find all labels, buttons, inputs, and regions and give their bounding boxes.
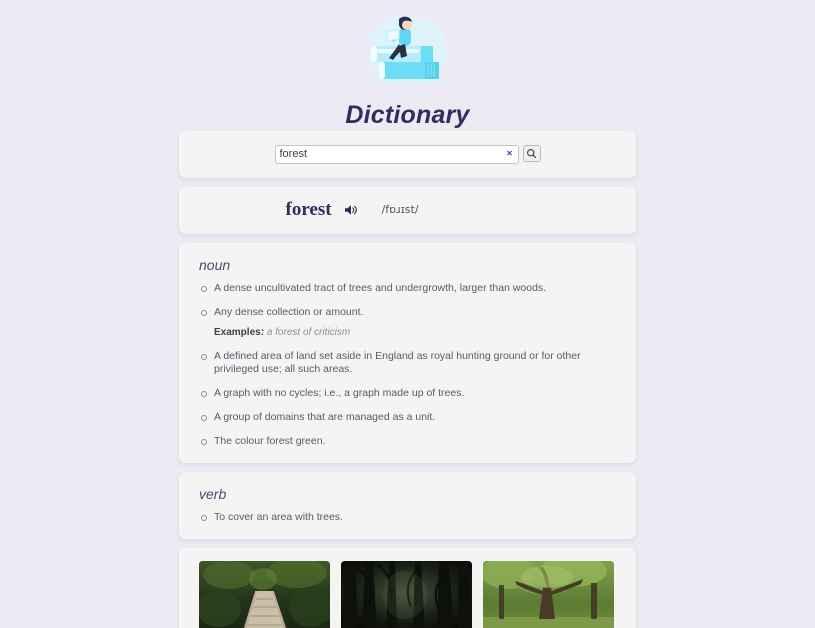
person-reading-on-books-illustration: [368, 14, 447, 85]
search-field-box: ×: [274, 144, 519, 164]
forest-photo: [341, 560, 472, 628]
dictionary-app-page: Dictionary × forest: [0, 0, 815, 628]
part-of-speech-label: noun: [199, 256, 231, 273]
app-header: Dictionary: [0, 0, 815, 130]
pronounce-button[interactable]: [344, 204, 358, 216]
search-bar: ×: [274, 144, 541, 164]
part-of-speech-label: verb: [199, 485, 227, 502]
search-button[interactable]: [522, 145, 541, 163]
image-results-card: [179, 547, 636, 628]
word-row: forest /fɒɹɪst/: [286, 199, 530, 221]
app-logo: [355, 8, 460, 96]
definition-item: To cover an area with trees.: [197, 511, 618, 524]
definition-text: To cover an area with trees.: [214, 510, 343, 523]
definition-text: A defined area of land set aside in Engl…: [214, 349, 581, 375]
word-card: forest /fɒɹɪst/: [179, 186, 636, 234]
page-title: Dictionary: [345, 101, 470, 129]
clear-icon[interactable]: ×: [504, 147, 516, 160]
definition-item: The colour forest green.: [197, 435, 618, 448]
definition-text: A dense uncultivated tract of trees and …: [214, 281, 547, 294]
definition-card-verb: verb To cover an area with trees.: [179, 471, 636, 539]
example-line: Examples: a forest of criticism: [214, 326, 618, 339]
search-icon: [527, 149, 537, 159]
definition-item: A dense uncultivated tract of trees and …: [197, 282, 618, 295]
headword: forest: [285, 198, 332, 220]
examples-text: a forest of criticism: [266, 326, 351, 338]
search-card: ×: [179, 131, 636, 178]
definition-list: A dense uncultivated tract of trees and …: [197, 282, 618, 448]
phonetic-transcription: /fɒɹɪst/: [381, 203, 419, 216]
forest-image-sunlit-oak[interactable]: [483, 560, 614, 628]
definition-item: Any dense collection or amount. Examples…: [197, 306, 618, 339]
definition-item: A defined area of land set aside in Engl…: [197, 350, 618, 376]
definition-text: A graph with no cycles; i.e., a graph ma…: [214, 386, 465, 399]
examples-label: Examples:: [214, 326, 265, 338]
forest-photo: [483, 560, 614, 628]
definition-item: A group of domains that are managed as a…: [197, 411, 618, 424]
forest-image-dark-woodland[interactable]: [341, 560, 472, 628]
search-input[interactable]: [274, 144, 519, 164]
definition-text: A group of domains that are managed as a…: [214, 410, 436, 423]
definition-text: The colour forest green.: [214, 434, 326, 447]
forest-photo: [199, 560, 330, 628]
definition-card-noun: noun A dense uncultivated tract of trees…: [179, 242, 636, 463]
speaker-icon: [344, 204, 357, 215]
definition-item: A graph with no cycles; i.e., a graph ma…: [197, 387, 618, 400]
definition-list: To cover an area with trees.: [197, 511, 618, 524]
definition-text: Any dense collection or amount.: [214, 305, 364, 318]
forest-image-suspension-bridge[interactable]: [199, 560, 330, 628]
